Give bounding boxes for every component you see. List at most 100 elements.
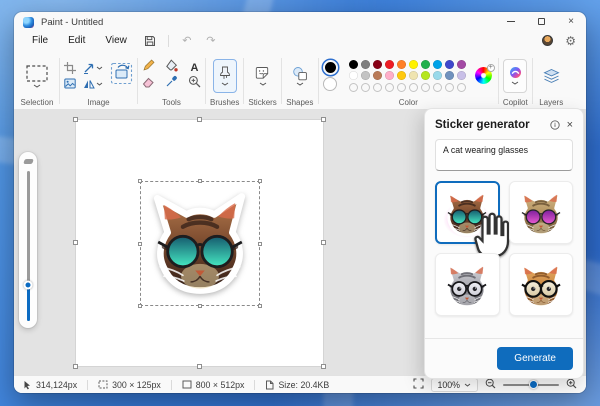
info-button[interactable] <box>549 120 560 130</box>
selection-handle[interactable] <box>258 304 262 308</box>
undo-button[interactable]: ↶ <box>177 33 197 49</box>
color-swatch[interactable] <box>372 59 382 69</box>
custom-color-slot[interactable] <box>432 82 442 92</box>
account-avatar[interactable] <box>542 35 554 46</box>
canvas-resize-handle[interactable] <box>196 117 202 122</box>
sticker-result-cat-teal-sunglasses[interactable] <box>435 181 509 258</box>
selection-handle[interactable] <box>138 304 142 308</box>
close-button[interactable]: × <box>556 14 586 30</box>
color-swatch[interactable] <box>396 71 406 80</box>
pasted-sticker-selection[interactable] <box>138 179 262 308</box>
color-swatch[interactable] <box>456 71 466 80</box>
shapes-button[interactable] <box>286 65 314 87</box>
maximize-button[interactable] <box>526 14 556 30</box>
layers-icon <box>543 68 560 83</box>
stickers-button[interactable] <box>249 65 276 87</box>
canvas-resize-handle[interactable] <box>73 117 78 122</box>
brush-size-slider[interactable] <box>19 152 37 328</box>
select-image-button[interactable] <box>64 78 76 89</box>
text-tool-button[interactable]: A <box>191 62 199 73</box>
custom-color-slot[interactable] <box>360 82 370 92</box>
crop-button[interactable] <box>64 61 76 74</box>
rotate-button[interactable] <box>110 62 133 90</box>
color-swatch[interactable] <box>348 71 358 80</box>
minimize-button[interactable] <box>496 14 526 30</box>
canvas-resize-handle[interactable] <box>321 240 326 245</box>
color-swatch[interactable] <box>456 59 466 69</box>
resize-button[interactable] <box>83 62 103 74</box>
eraser-tool-button[interactable] <box>142 75 155 93</box>
color-swatch[interactable] <box>432 71 442 80</box>
ribbon-group-image: Image <box>61 51 136 109</box>
zoom-slider-thumb[interactable] <box>528 379 538 389</box>
selection-handle[interactable] <box>258 179 262 183</box>
canvas-resize-handle[interactable] <box>73 240 78 245</box>
size-slider-thumb[interactable] <box>23 280 33 290</box>
color-swatch[interactable] <box>372 71 382 80</box>
selection-handle[interactable] <box>258 241 262 246</box>
custom-color-slot[interactable] <box>396 82 406 92</box>
custom-color-slot[interactable] <box>384 82 394 92</box>
canvas-resize-handle[interactable] <box>196 364 202 369</box>
sticker-result-cat-orange-big-glasses[interactable] <box>508 253 573 316</box>
color-swatch[interactable] <box>420 71 430 80</box>
flip-button[interactable] <box>83 79 103 89</box>
custom-color-slot[interactable] <box>348 82 358 92</box>
sticker-result-cat-gray-round-glasses[interactable] <box>435 253 500 316</box>
selection-handle[interactable] <box>138 179 142 183</box>
crop-icon <box>64 61 76 74</box>
custom-color-slot[interactable] <box>444 82 454 92</box>
color-swatch[interactable] <box>360 59 370 69</box>
cursor-icon <box>24 380 30 389</box>
magnifier-tool-button[interactable] <box>188 75 201 93</box>
panel-close-button[interactable]: × <box>567 120 573 131</box>
settings-gear-icon[interactable]: ⚙ <box>565 34 576 48</box>
prompt-input[interactable]: A cat wearing glasses <box>435 139 573 171</box>
zoom-out-button[interactable] <box>485 378 496 391</box>
sticker-result-cat-purple-sunglasses[interactable] <box>508 181 573 244</box>
edit-colors-button[interactable]: + <box>474 64 495 84</box>
color-swatch[interactable] <box>408 59 418 69</box>
color-picker-button[interactable] <box>165 75 178 93</box>
foreground-color-well[interactable] <box>322 60 338 75</box>
color-swatch[interactable] <box>396 59 406 69</box>
zoom-level-dropdown[interactable]: 100% <box>430 377 478 392</box>
color-swatch[interactable] <box>420 59 430 69</box>
custom-color-slot[interactable] <box>420 82 430 92</box>
selection-handle[interactable] <box>198 304 202 308</box>
color-swatch[interactable] <box>408 71 418 80</box>
color-swatch[interactable] <box>444 59 454 69</box>
fit-to-window-button[interactable] <box>412 378 424 391</box>
copilot-button[interactable] <box>503 58 528 93</box>
menu-item-file[interactable]: File <box>23 33 57 48</box>
menu-item-edit[interactable]: Edit <box>59 33 94 48</box>
generate-button[interactable]: Generate <box>497 347 573 370</box>
chevron-down-icon <box>96 66 103 70</box>
zoom-slider[interactable] <box>503 379 559 390</box>
color-swatch[interactable] <box>348 59 358 69</box>
selection-handle[interactable] <box>198 179 202 183</box>
zoom-in-button[interactable] <box>566 378 577 391</box>
drawing-canvas[interactable] <box>73 117 326 369</box>
color-swatch[interactable] <box>444 71 454 80</box>
selection-handle[interactable] <box>138 241 142 246</box>
menu-item-view[interactable]: View <box>96 33 136 48</box>
custom-color-slot[interactable] <box>408 82 418 92</box>
save-button[interactable] <box>140 33 160 49</box>
custom-color-slot[interactable] <box>456 82 466 92</box>
canvas-resize-handle[interactable] <box>321 117 326 122</box>
size-slider-track[interactable] <box>23 171 33 321</box>
undo-icon: ↶ <box>182 35 192 47</box>
color-swatch[interactable] <box>432 59 442 69</box>
custom-color-slot[interactable] <box>372 82 382 92</box>
canvas-resize-handle[interactable] <box>321 364 326 369</box>
layers-button[interactable] <box>537 67 566 85</box>
background-color-well[interactable] <box>323 77 338 91</box>
redo-button[interactable]: ↷ <box>201 33 221 49</box>
canvas-resize-handle[interactable] <box>73 364 78 369</box>
color-swatch[interactable] <box>384 71 394 80</box>
color-swatch[interactable] <box>360 71 370 80</box>
brushes-button[interactable] <box>212 58 237 93</box>
selection-tool-button[interactable] <box>19 63 55 89</box>
color-swatch[interactable] <box>384 59 394 69</box>
